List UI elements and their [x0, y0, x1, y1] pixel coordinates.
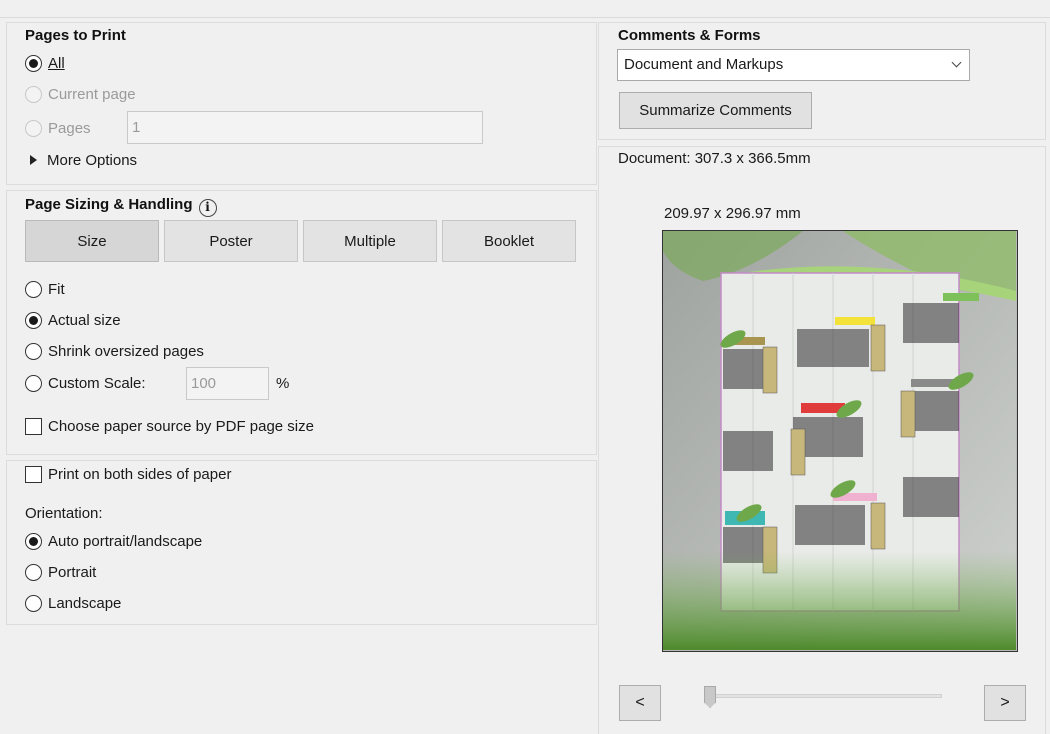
radio-portrait-label: Portrait	[48, 563, 97, 581]
custom-scale-input[interactable]: 100	[186, 367, 269, 400]
prev-page-button[interactable]: <	[619, 685, 661, 721]
radio-portrait-indicator[interactable]	[25, 563, 42, 581]
radio-landscape-label: Landscape	[48, 594, 122, 612]
bottle-2	[870, 324, 886, 372]
expand-triangle-icon	[30, 155, 37, 165]
more-options-toggle[interactable]: More Options	[30, 149, 137, 171]
both-sides-check[interactable]	[25, 465, 42, 483]
top-divider	[0, 0, 1050, 18]
text-block-1	[723, 349, 769, 389]
pages-range-input[interactable]: 1	[127, 111, 483, 144]
radio-shrink-label: Shrink oversized pages	[48, 342, 204, 360]
radio-shrink-indicator[interactable]	[25, 342, 42, 360]
radio-auto-indicator[interactable]	[25, 532, 42, 550]
summarize-comments-button[interactable]: Summarize Comments	[619, 92, 812, 129]
radio-landscape[interactable]: Landscape	[25, 592, 121, 614]
radio-actual-indicator[interactable]	[25, 311, 42, 329]
comments-select-value: Document and Markups	[624, 56, 784, 73]
radio-actual-label: Actual size	[48, 311, 121, 329]
paper-size-label: 209.97 x 296.97 mm	[664, 205, 801, 222]
radio-pages-indicator[interactable]	[25, 119, 42, 137]
radio-current-page[interactable]: Current page	[25, 83, 136, 105]
menu-label-green	[943, 293, 979, 301]
radio-all[interactable]: All	[25, 52, 65, 74]
comments-heading: Comments & Forms	[618, 27, 761, 44]
tab-size[interactable]: Size	[25, 220, 159, 262]
percent-label: %	[276, 375, 290, 392]
radio-auto-orientation[interactable]: Auto portrait/landscape	[25, 530, 202, 552]
radio-custom-indicator[interactable]	[25, 374, 42, 392]
radio-fit-indicator[interactable]	[25, 280, 42, 298]
radio-actual-size[interactable]: Actual size	[25, 309, 121, 331]
pages-to-print-heading: Pages to Print	[25, 27, 126, 44]
paper-source-checkbox[interactable]: Choose paper source by PDF page size	[25, 415, 314, 437]
bottle-3	[790, 428, 806, 476]
text-block-4	[723, 431, 773, 471]
radio-fit[interactable]: Fit	[25, 278, 65, 300]
menu-label-grey	[911, 379, 955, 387]
summarize-comments-label: Summarize Comments	[639, 102, 792, 119]
bottle-6	[870, 502, 886, 550]
paper-source-check[interactable]	[25, 417, 42, 435]
radio-current-label: Current page	[48, 85, 136, 103]
radio-fit-label: Fit	[48, 280, 65, 298]
page-sizing-heading-text: Page Sizing & Handling	[25, 196, 193, 213]
bottle-1	[762, 346, 778, 394]
both-sides-label: Print on both sides of paper	[48, 465, 232, 483]
tab-booklet[interactable]: Booklet	[442, 220, 576, 262]
radio-pages[interactable]: Pages	[25, 117, 91, 139]
radio-custom-scale[interactable]: Custom Scale:	[25, 372, 146, 394]
tab-booklet-label: Booklet	[483, 232, 535, 250]
page-slider-track[interactable]	[704, 694, 942, 698]
page-sizing-heading: Page Sizing & Handling i	[25, 196, 217, 217]
more-options-label: More Options	[47, 151, 138, 169]
menu-label-yellow	[835, 317, 875, 325]
comments-select[interactable]: Document and Markups	[617, 49, 970, 81]
tab-size-label: Size	[77, 232, 107, 250]
bottle-4	[900, 390, 916, 438]
text-block-3	[903, 303, 959, 343]
preview-artwork	[663, 231, 1016, 650]
text-block-2	[797, 329, 869, 367]
tab-poster[interactable]: Poster	[164, 220, 298, 262]
tab-multiple[interactable]: Multiple	[303, 220, 437, 262]
radio-current-indicator[interactable]	[25, 85, 42, 103]
info-icon[interactable]: i	[198, 199, 217, 217]
radio-shrink[interactable]: Shrink oversized pages	[25, 340, 204, 362]
document-size-label: Document: 307.3 x 366.5mm	[618, 150, 811, 167]
print-preview	[662, 230, 1018, 652]
text-block-9	[903, 477, 959, 517]
text-block-8	[795, 505, 865, 545]
paper-source-label: Choose paper source by PDF page size	[48, 417, 314, 435]
radio-portrait[interactable]: Portrait	[25, 561, 96, 583]
grass	[663, 551, 1016, 650]
radio-all-indicator[interactable]	[25, 54, 42, 72]
radio-custom-label: Custom Scale:	[48, 374, 146, 392]
orientation-label: Orientation:	[25, 505, 103, 522]
tab-poster-label: Poster	[209, 232, 253, 250]
tab-multiple-label: Multiple	[344, 232, 396, 250]
both-sides-checkbox[interactable]: Print on both sides of paper	[25, 463, 231, 485]
radio-all-label: All	[48, 54, 65, 72]
radio-pages-label: Pages	[48, 119, 91, 137]
radio-landscape-indicator[interactable]	[25, 594, 42, 612]
next-page-button[interactable]: >	[984, 685, 1026, 721]
chevron-down-icon	[951, 57, 962, 68]
radio-auto-label: Auto portrait/landscape	[48, 532, 203, 550]
